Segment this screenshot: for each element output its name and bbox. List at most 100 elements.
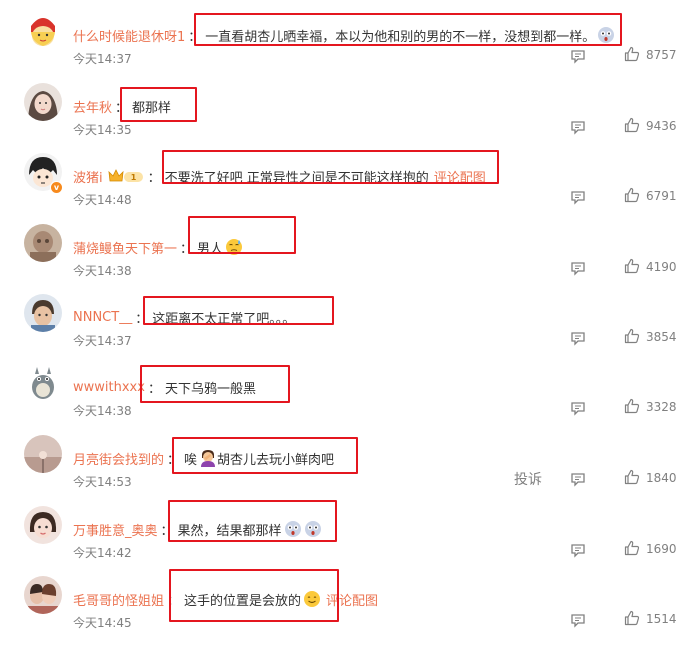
member-level: 1 (130, 173, 136, 182)
colon-separator: ： (167, 593, 181, 609)
comment-text: 这距离不太正常了吧。。。 (152, 311, 296, 327)
comment-item: 月亮街会找到的 ： 唉 胡杏儿去玩小鲜肉吧 今天14:53 投诉 1840 (0, 423, 698, 494)
colon-separator: ： (188, 29, 202, 45)
reply-icon[interactable] (570, 612, 586, 628)
comment-time: 今天14:45 (73, 616, 132, 630)
reply-icon[interactable] (570, 189, 586, 205)
totoro-avatar (24, 364, 62, 402)
thumbs-up-icon[interactable] (624, 46, 640, 62)
username[interactable]: 波猪i (73, 167, 103, 186)
like-count: 3328 (646, 400, 677, 414)
thumbs-up-icon[interactable] (624, 610, 640, 626)
comment-image-link[interactable]: 评论配图 (434, 167, 486, 186)
like-count: 4190 (646, 260, 677, 274)
comment-line: NNNCT__ ： 这距离不太正常了吧。。。 (73, 302, 295, 332)
like-count: 9436 (646, 119, 677, 133)
like-count: 8757 (646, 48, 677, 62)
comment-text: 都那样 (132, 100, 172, 116)
comment-image-link[interactable]: 评论配图 (326, 590, 378, 609)
comment-time: 今天14:42 (73, 546, 132, 560)
comment-text: 天下乌鸦一般黑 (164, 381, 256, 397)
comment-item: v 波猪i 1 ： 不要洗了好吧 正常异性之间是不可能这样抱的 评论配图 今天1… (0, 141, 698, 212)
comment-item: NNNCT__ ： 这距离不太正常了吧。。。 今天14:37 3854 (0, 282, 698, 353)
avatar[interactable] (24, 506, 62, 544)
avatar[interactable] (24, 12, 62, 50)
reply-icon[interactable] (570, 471, 586, 487)
like-count: 3854 (646, 330, 677, 344)
avatar[interactable] (24, 364, 62, 402)
vip-crown-badge[interactable]: 1 (107, 168, 145, 184)
thumbs-up-icon[interactable] (624, 258, 640, 274)
colon-separator: ： (180, 241, 194, 257)
like-count: 1514 (646, 612, 677, 626)
comment-time: 今天14:37 (73, 334, 132, 348)
comment-item: 毛哥哥的怪姐姐 ： 这手的位置是会放的 评论配图 今天14:45 1514 (0, 564, 698, 635)
like-count: 1690 (646, 542, 677, 556)
avatar[interactable] (24, 435, 62, 473)
comment-line: 月亮街会找到的 ： 唉 胡杏儿去玩小鲜肉吧 (73, 443, 334, 473)
like-count: 1840 (646, 471, 677, 485)
username[interactable]: 毛哥哥的怪姐姐 (73, 590, 164, 609)
comment-time: 今天14:37 (73, 52, 132, 66)
comment-list: 什么时候能退休呀1 ： 一直看胡杏儿晒幸福，本以为他和别的男的不一样，没想到都一… (0, 0, 698, 654)
avatar[interactable] (24, 224, 62, 262)
username[interactable]: NNNCT__ (73, 310, 132, 325)
comment-line: 万事胜意_奥奥 ： 果然，结果都那样 (73, 514, 322, 544)
reply-icon[interactable] (570, 48, 586, 64)
comment-text: 一直看胡杏儿晒幸福，本以为他和别的男的不一样，没想到都一样。 (205, 29, 596, 45)
comment-item: 去年秋 ： 都那样 今天14:35 9436 (0, 71, 698, 142)
reply-icon[interactable] (570, 542, 586, 558)
comment-item: 蒲烧鳗鱼天下第一 ： 男人 今天14:38 4190 (0, 212, 698, 283)
comment-item: 万事胜意_奥奥 ： 果然，结果都那样 今天14:42 1690 (0, 494, 698, 565)
username[interactable]: 蒲烧鳗鱼天下第一 (73, 238, 177, 257)
report-button[interactable]: 投诉 (514, 469, 542, 489)
thumbs-up-icon[interactable] (624, 187, 640, 203)
comment-line: 蒲烧鳗鱼天下第一 ： 男人 (73, 232, 243, 262)
colon-separator: ： (147, 170, 161, 186)
boy-photo-avatar (24, 294, 62, 332)
reply-icon[interactable] (570, 400, 586, 416)
verified-v-icon: v (50, 181, 63, 194)
shocked-face-emoji (284, 520, 302, 538)
comment-line: 波猪i 1 ： 不要洗了好吧 正常异性之间是不可能这样抱的 评论配图 (73, 161, 486, 191)
thumbs-up-icon[interactable] (624, 328, 640, 344)
smile-face-emoji (303, 590, 321, 608)
username[interactable]: 月亮街会找到的 (73, 449, 164, 468)
blurred-portrait-avatar (24, 224, 62, 262)
couple-photo-avatar (24, 576, 62, 614)
comment-time: 今天14:48 (73, 193, 132, 207)
comment-time: 今天14:38 (73, 264, 132, 278)
thumbs-up-icon[interactable] (624, 117, 640, 133)
child-photo-avatar (24, 506, 62, 544)
avatar[interactable] (24, 83, 62, 121)
thumbs-up-icon[interactable] (624, 469, 640, 485)
username[interactable]: 去年秋 (73, 97, 112, 116)
username[interactable]: 万事胜意_奥奥 (73, 520, 158, 539)
comment-item: 什么时候能退休呀1 ： 一直看胡杏儿晒幸福，本以为他和别的男的不一样，没想到都一… (0, 0, 698, 71)
comment-text: 果然，结果都那样 (177, 523, 282, 539)
colon-separator: ： (147, 381, 161, 397)
colon-separator: ： (135, 311, 149, 327)
thumbs-up-icon[interactable] (624, 398, 640, 414)
comment-item: wwwithxxx ： 天下乌鸦一般黑 今天14:38 3328 (0, 352, 698, 423)
comment-text: 胡杏儿去玩小鲜肉吧 (217, 452, 335, 468)
comment-time: 今天14:53 (73, 475, 132, 489)
reply-icon[interactable] (570, 260, 586, 276)
colon-separator: ： (160, 523, 174, 539)
comment-line: 去年秋 ： 都那样 (73, 91, 171, 121)
comment-text-prefix: 唉 (184, 452, 198, 468)
avatar[interactable] (24, 576, 62, 614)
username[interactable]: wwwithxxx (73, 380, 145, 395)
like-count: 6791 (646, 189, 677, 203)
sunset-avatar (24, 435, 62, 473)
thumbs-up-icon[interactable] (624, 540, 640, 556)
facepalm-person-emoji (199, 449, 217, 467)
comment-text: 不要洗了好吧 正常异性之间是不可能这样抱的 (164, 170, 429, 186)
reply-icon[interactable] (570, 119, 586, 135)
sweat-face-emoji (225, 238, 243, 256)
avatar[interactable] (24, 294, 62, 332)
username[interactable]: 什么时候能退休呀1 (73, 26, 185, 45)
reply-icon[interactable] (570, 330, 586, 346)
colon-separator: ： (167, 452, 181, 468)
comment-text: 男人 (197, 241, 224, 257)
